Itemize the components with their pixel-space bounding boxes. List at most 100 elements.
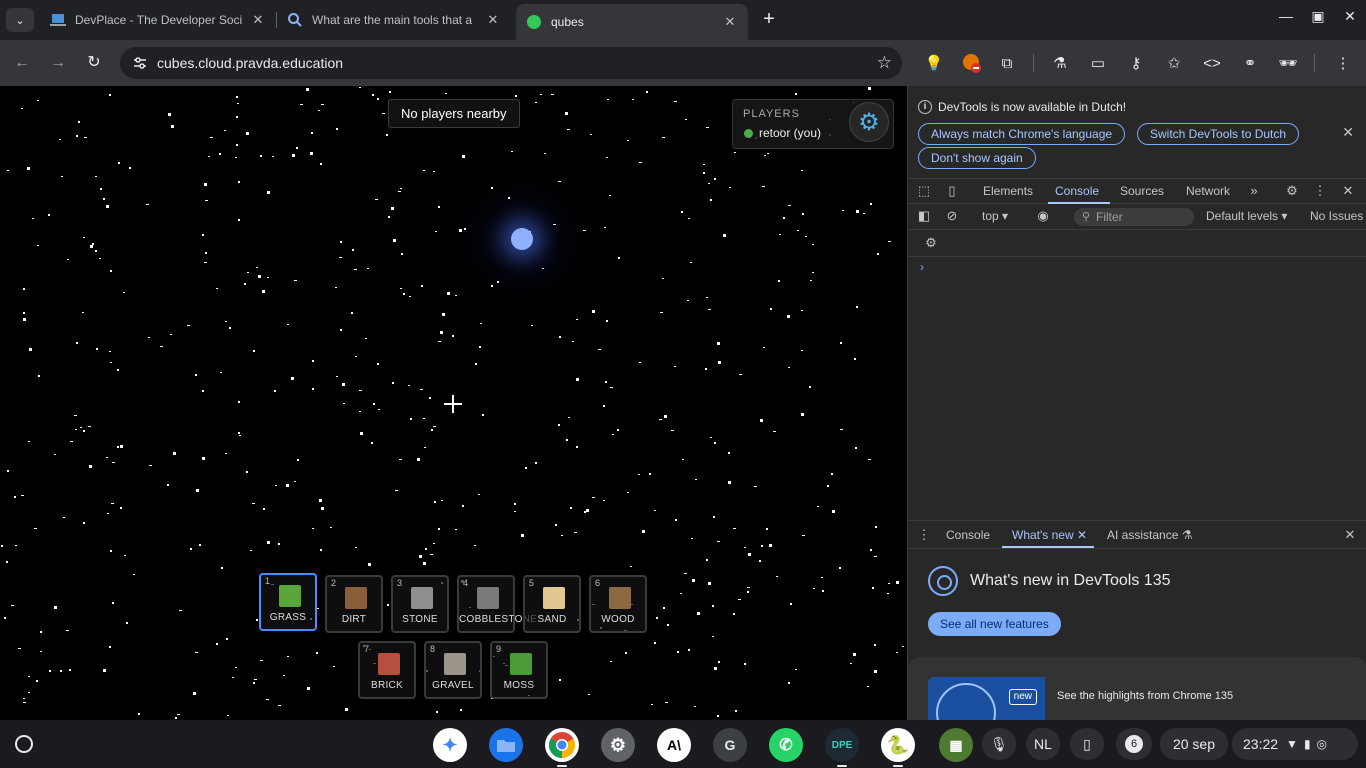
console-filter-input[interactable]: Filter [1074,208,1194,226]
highlights-card[interactable]: new See the highlights from Chrome 135 [908,657,1366,721]
clear-console-icon[interactable]: ⊘ [944,208,960,224]
close-icon[interactable]: ✕ [722,14,738,30]
lightbulb-icon[interactable]: 💡 [923,52,945,74]
input-language[interactable]: NL [1026,728,1060,760]
bookmark-star-icon[interactable]: ☆ [877,53,892,73]
settings-app-icon[interactable]: ⚙ [601,728,635,762]
date-tray[interactable]: 20 sep [1160,728,1228,760]
code-icon[interactable]: <> [1201,52,1223,74]
tab-console[interactable]: Console [1055,184,1099,198]
crosshair [444,395,462,413]
switch-to-dutch-button[interactable]: Switch DevTools to Dutch [1137,123,1300,145]
minimize-icon[interactable]: — [1274,8,1298,30]
close-icon[interactable]: ✕ [485,12,501,28]
snake-app-icon[interactable]: 🐍 [881,728,915,762]
slot-number: 4 [463,578,469,588]
drawer-menu-icon[interactable]: ⋮ [916,527,932,543]
log-levels-dropdown[interactable]: Default levels ▾ [1206,209,1287,223]
tab-strip: ⌄ DevPlace - The Developer Socia ✕ What … [0,0,1366,40]
site-info-icon[interactable] [132,55,148,71]
address-bar[interactable]: cubes.cloud.pravda.education ☆ [120,47,902,79]
tab-network[interactable]: Network [1186,184,1230,198]
drawer-tab-whats-new[interactable]: What's new ✕ [1012,528,1087,542]
tab-qubes[interactable]: qubes ✕ [516,4,748,40]
whatsapp-app-icon[interactable]: ✆ [769,728,803,762]
key-icon[interactable]: ⚷ [1125,52,1147,74]
tab-devplace[interactable]: DevPlace - The Developer Socia ✕ [40,5,276,35]
more-tabs-chevron-icon[interactable]: » [1246,183,1262,199]
hotbar-slot-wood[interactable]: 6 WOOD [589,575,647,633]
tab-search-results[interactable]: What are the main tools that a ✕ [277,5,511,35]
launcher-icon[interactable] [8,728,40,760]
flask-icon[interactable]: ⚗ [1049,52,1071,74]
new-tab-plus-icon[interactable]: + [758,9,780,31]
reload-icon[interactable]: ↻ [82,51,106,75]
see-all-features-button[interactable]: See all new features [928,612,1061,636]
devtools-settings-icon[interactable]: ⚙ [1284,183,1300,199]
drawer-tab-ai-assistance[interactable]: AI assistance ⚗ [1107,528,1192,542]
hotbar-slot-brick[interactable]: 7 BRICK [358,641,416,699]
running-indicator [837,765,847,767]
devtools-panel: i DevTools is now available in Dutch! Al… [907,86,1366,721]
microphone-icon[interactable]: 🎙 [982,728,1016,760]
notifications-badge[interactable]: 6 [1116,728,1152,760]
link-icon[interactable]: ⚭ [1239,52,1261,74]
hotbar-slot-moss[interactable]: 9 MOSS [490,641,548,699]
hotbar-slot-dirt[interactable]: 2 DIRT [325,575,383,633]
status-area[interactable]: 23:22 ▼ ▮ ◎ [1232,728,1358,760]
toolbar-separator [1033,54,1034,72]
puzzle-extensions-icon[interactable]: ⧉ [996,52,1018,74]
phone-hub-icon[interactable]: ▯ [1070,728,1104,760]
settings-gear-icon[interactable]: ⚙ [849,102,889,142]
back-arrow-icon[interactable]: ← [10,51,34,75]
close-window-icon[interactable]: ✕ [1338,8,1362,30]
block-label: SAND [537,614,567,625]
tab-elements[interactable]: Elements [983,184,1033,198]
game-canvas[interactable]: No players nearby PLAYERS retoor (you) ⚙… [0,86,907,720]
bookmarks-star-icon[interactable]: ✩ [1163,52,1185,74]
block-swatch [510,653,532,675]
drawer-tab-console[interactable]: Console [946,528,990,542]
close-drawer-icon[interactable]: ✕ [1342,527,1358,543]
slot-number: 9 [496,644,502,654]
g-app-icon[interactable]: G [713,728,747,762]
device-toolbar-icon[interactable]: ▯ [944,183,960,199]
tab-search-chevron-icon[interactable]: ⌄ [6,8,34,32]
devtools-menu-icon[interactable]: ⋮ [1312,183,1328,199]
dont-show-again-button[interactable]: Don't show again [918,147,1036,169]
hotbar-slot-cobblestone[interactable]: 4 COBBLESTONE [457,575,537,633]
hotbar-slot-gravel[interactable]: 8 GRAVEL [424,641,482,699]
chrome-app-icon[interactable] [545,728,579,762]
close-tab-icon[interactable]: ✕ [1077,528,1087,542]
hotbar-slot-sand[interactable]: 5 SAND [523,575,581,633]
close-infobar-icon[interactable]: ✕ [1342,124,1354,141]
issues-counter[interactable]: No Issues [1310,209,1363,223]
close-devtools-icon[interactable]: ✕ [1340,183,1356,199]
dpe-app-icon[interactable]: DPE [825,728,859,762]
close-icon[interactable]: ✕ [250,12,266,28]
inspect-element-icon[interactable]: ⬚ [916,183,932,199]
console-prompt-chevron-icon[interactable]: › [920,260,924,274]
tab-sources[interactable]: Sources [1120,184,1164,198]
slot-number: 5 [529,578,535,588]
block-swatch [609,587,631,609]
live-expression-eye-icon[interactable]: ◉ [1035,208,1051,224]
forward-arrow-icon[interactable]: → [46,51,70,75]
more-menu-icon[interactable]: ⋮ [1332,52,1354,74]
hotbar-slot-stone[interactable]: 3 STONE [391,575,449,633]
incognito-icon[interactable]: 🕶 [1277,52,1299,74]
extension-avatar-icon[interactable] [961,52,983,74]
minecraft-app-icon[interactable]: ▦ [939,728,973,762]
restore-icon[interactable]: ▣ [1306,8,1330,30]
match-language-button[interactable]: Always match Chrome's language [918,123,1126,145]
console-settings-gear-icon[interactable]: ⚙ [923,235,939,251]
devtools-tab-bar: ⬚ ▯ Elements Console Sources Network » ⚙… [908,178,1366,204]
context-selector[interactable]: top ▾ [982,209,1008,223]
gemini-app-icon[interactable]: ✦ [433,728,467,762]
anthropic-app-icon[interactable]: A\ [657,728,691,762]
sidebar-toggle-icon[interactable]: ◧ [916,208,932,224]
hotbar-slot-grass[interactable]: 1 GRASS [259,573,317,631]
devices-icon[interactable]: ▭ [1087,52,1109,74]
files-app-icon[interactable] [489,728,523,762]
block-swatch [543,587,565,609]
